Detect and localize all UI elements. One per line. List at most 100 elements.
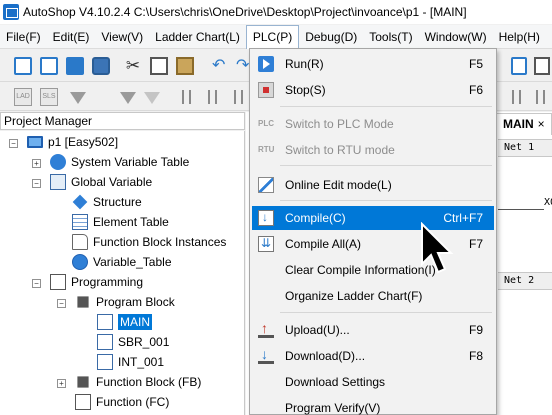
contact-down-icon[interactable] [120, 92, 136, 104]
cut-icon[interactable]: ✂ [124, 57, 142, 75]
menu-item-run[interactable]: Run(R) F5 [252, 52, 494, 76]
menu-separator [280, 312, 492, 313]
menu-file[interactable]: File(F) [0, 26, 47, 48]
menu-item-compile-all[interactable]: Compile All(A) F7 [252, 232, 494, 256]
menu-item-switch-plc-mode[interactable]: PLC Switch to PLC Mode [252, 112, 494, 136]
function-block-icon [77, 376, 89, 388]
normally-open-contact-icon[interactable] [208, 90, 217, 104]
project-manager-title: Project Manager [0, 112, 245, 130]
monitor-table-icon[interactable] [534, 57, 550, 75]
menu-item-stop[interactable]: Stop(S) F6 [252, 78, 494, 102]
project-tree: − p1 [Easy502] + System Variable Table −… [0, 131, 245, 415]
undo-icon[interactable]: ↶ [212, 57, 230, 75]
tab-main[interactable]: MAIN × [496, 113, 552, 135]
vertical-line-icon[interactable] [182, 90, 191, 104]
tree-item-function-block[interactable]: Function Block (FB) [75, 372, 201, 392]
ladder-doc-icon [97, 334, 113, 350]
tree-item-p1[interactable]: p1 [Easy502] [27, 132, 118, 152]
program-block-icon [77, 296, 89, 308]
tree-item-element-table[interactable]: Element Table [72, 212, 169, 232]
tree-item-programming[interactable]: Programming [50, 272, 143, 292]
tree-item-variable-table[interactable]: Variable_Table [72, 252, 172, 272]
net-1-header: Net 1 [498, 139, 552, 157]
copy-icon[interactable] [150, 57, 168, 75]
falling-edge-contact-icon[interactable] [536, 90, 545, 104]
tree-item-main[interactable]: MAIN [97, 312, 152, 332]
menu-edit[interactable]: Edit(E) [47, 26, 96, 48]
save-icon[interactable] [92, 57, 110, 75]
menu-item-program-verify[interactable]: Program Verify(V) [252, 396, 494, 415]
menu-separator [280, 200, 492, 201]
compare-icon[interactable] [511, 57, 527, 75]
menu-separator [280, 106, 492, 107]
function-block-instance-icon [72, 234, 88, 250]
new-file-icon[interactable] [14, 57, 32, 75]
download-icon [258, 346, 274, 364]
rtu-icon: RTU [258, 145, 275, 154]
rung-line [498, 209, 544, 210]
menu-item-download[interactable]: Download(D)... F8 [252, 344, 494, 368]
tree-toggle-global-variable[interactable]: − [32, 179, 41, 188]
plc-menu-dropdown: Run(R) F5 Stop(S) F6 PLC Switch to PLC M… [249, 48, 497, 415]
insert-row-icon[interactable] [70, 92, 86, 104]
tree-item-function[interactable]: Function (FC) [75, 392, 169, 412]
open-icon[interactable] [66, 57, 84, 75]
mouse-pointer-icon [421, 222, 454, 274]
paste-icon[interactable] [176, 57, 194, 75]
menu-item-upload[interactable]: Upload(U)... F9 [252, 318, 494, 342]
ladder-doc-icon [97, 314, 113, 330]
sls-mode-icon[interactable]: SLS [40, 88, 58, 106]
menu-debug[interactable]: Debug(D) [299, 26, 363, 48]
menu-ladder-chart[interactable]: Ladder Chart(L) [149, 26, 246, 48]
plc-icon: PLC [258, 119, 274, 128]
tree-item-structure[interactable]: Structure [72, 192, 142, 212]
tree-toggle-p1[interactable]: − [9, 139, 18, 148]
net-2-header: Net 2 [498, 272, 552, 290]
online-edit-icon [258, 177, 274, 193]
programming-icon [50, 274, 66, 290]
tab-main-label: MAIN [503, 117, 534, 131]
tree-item-function-block-instances[interactable]: Function Block Instances [72, 232, 226, 252]
title-bar: AutoShop V4.10.2.4 C:\Users\chris\OneDri… [0, 0, 552, 24]
structure-icon [72, 194, 88, 210]
stop-icon [258, 82, 274, 98]
rising-edge-contact-icon[interactable] [512, 90, 521, 104]
menu-item-organize-ladder-chart[interactable]: Organize Ladder Chart(F) [252, 284, 494, 308]
normally-closed-contact-icon[interactable] [234, 90, 243, 104]
run-icon [258, 56, 274, 72]
new-project-icon[interactable] [40, 57, 58, 75]
tree-item-int-001[interactable]: INT_001 [97, 352, 164, 372]
tree-toggle-programming[interactable]: − [32, 279, 41, 288]
tree-item-global-variable[interactable]: Global Variable [50, 172, 152, 192]
menu-separator [280, 165, 492, 166]
tree-toggle-program-block[interactable]: − [57, 299, 66, 308]
menu-item-download-settings[interactable]: Download Settings [252, 370, 494, 394]
globe-icon [50, 154, 66, 170]
window-title: AutoShop V4.10.2.4 C:\Users\chris\OneDri… [23, 5, 467, 19]
rung-coil-label: X0 [544, 197, 552, 208]
menu-window[interactable]: Window(W) [419, 26, 493, 48]
tree-toggle-system-variable-table[interactable]: + [32, 159, 41, 168]
close-icon[interactable]: × [538, 117, 545, 131]
menu-plc[interactable]: PLC(P) [245, 24, 300, 49]
menu-bar: File(F) Edit(E) View(V) Ladder Chart(L) … [0, 24, 552, 49]
contact-down-outline-icon[interactable] [144, 92, 160, 104]
function-icon [75, 394, 91, 410]
variable-icon [50, 174, 66, 190]
table-icon [72, 214, 88, 230]
ladder-doc-icon [97, 354, 113, 370]
lad-mode-icon[interactable]: LAD [14, 88, 32, 106]
menu-help[interactable]: Help(H) [493, 26, 546, 48]
compile-icon [258, 210, 274, 226]
menu-item-online-edit-mode[interactable]: Online Edit mode(L) [252, 173, 494, 197]
autoshop-app-icon [3, 4, 19, 20]
tree-item-sbr-001[interactable]: SBR_001 [97, 332, 169, 352]
menu-item-compile[interactable]: Compile(C) Ctrl+F7 [252, 206, 494, 230]
tree-item-system-variable-table[interactable]: System Variable Table [50, 152, 189, 172]
menu-item-clear-compile-information[interactable]: Clear Compile Information(I) [252, 258, 494, 282]
menu-tools[interactable]: Tools(T) [363, 26, 418, 48]
tree-toggle-function-block[interactable]: + [57, 379, 66, 388]
menu-view[interactable]: View(V) [95, 26, 149, 48]
menu-item-switch-rtu-mode[interactable]: RTU Switch to RTU mode [252, 138, 494, 162]
tree-item-program-block[interactable]: Program Block [75, 292, 175, 312]
